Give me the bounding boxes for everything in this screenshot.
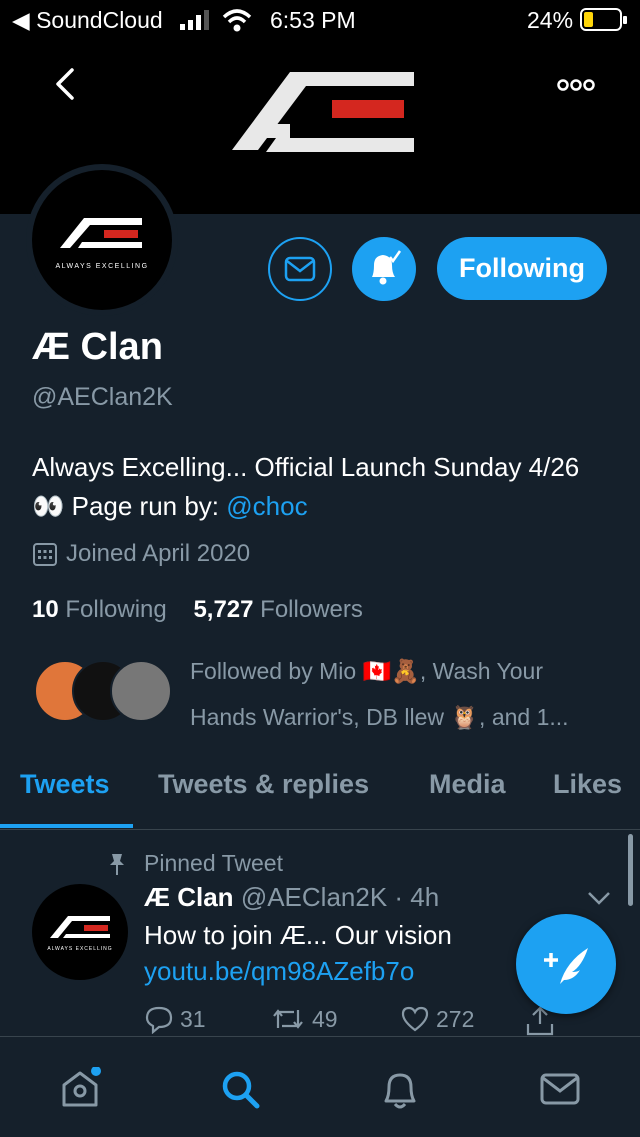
followers-stat[interactable]: 5,727 Followers (193, 596, 362, 623)
followers-count: 5,727 (193, 596, 254, 623)
tweet-avatar-tagline: ALWAYS EXCELLING (47, 946, 112, 952)
calendar-icon (33, 543, 57, 566)
home-icon[interactable] (58, 1067, 102, 1111)
chevron-down-icon[interactable] (586, 888, 612, 908)
retweet-icon (273, 1009, 303, 1029)
following-stat[interactable]: 10 Following (32, 596, 167, 623)
pinned-tweet-label: Pinned Tweet (144, 850, 283, 876)
tab-tweets-replies[interactable]: Tweets & replies (158, 769, 369, 800)
avatar-tagline: ALWAYS EXCELLING (55, 263, 148, 270)
joined-date: Joined April 2020 (32, 540, 250, 568)
followed-by-text[interactable]: Followed by Mio 🇨🇦🧸, Wash Your Hands War… (190, 648, 610, 740)
profile-avatar[interactable]: ALWAYS EXCELLING (26, 164, 178, 316)
reply-icon (145, 1006, 173, 1034)
bottom-nav (0, 1036, 640, 1137)
battery-percent: 24% (527, 7, 574, 33)
messages-icon[interactable] (538, 1067, 582, 1111)
more-icon[interactable] (556, 70, 596, 100)
like-icon (401, 1006, 429, 1032)
compose-icon (544, 948, 588, 984)
ae-logo-avatar: ALWAYS EXCELLING (55, 218, 148, 270)
retweet-button[interactable]: 49 (270, 1004, 338, 1034)
tab-media[interactable]: Media (429, 769, 506, 800)
back-to-app-link[interactable]: ◀ SoundCloud (12, 7, 163, 34)
bio-mention-link[interactable]: @choc (226, 491, 307, 521)
like-count: 272 (436, 1005, 475, 1032)
profile-handle: @AEClan2K (32, 383, 173, 411)
tweet-author-name[interactable]: Æ Clan (144, 882, 234, 912)
wifi-icon (222, 9, 252, 32)
mutual-avatar (110, 660, 172, 722)
ae-logo-tweet-avatar: ALWAYS EXCELLING (47, 916, 112, 952)
tweet-handle-time: @AEClan2K · 4h (240, 882, 440, 912)
tweet-actions: 31 49 272 (144, 1004, 554, 1036)
tweet-link[interactable]: youtu.be/qm98AZefb7o (144, 956, 414, 987)
back-icon[interactable] (48, 64, 88, 104)
tab-tweets[interactable]: Tweets (20, 769, 110, 800)
reply-button[interactable]: 31 (144, 1004, 206, 1034)
following-count: 10 (32, 596, 59, 623)
profile-bio: Always Excelling... Official Launch Sund… (32, 448, 612, 526)
scrollbar[interactable] (628, 834, 633, 906)
ae-logo-banner (232, 72, 414, 152)
cellular-signal-icon (180, 10, 209, 30)
tweet-avatar[interactable]: ALWAYS EXCELLING (32, 884, 128, 980)
retweet-count: 49 (312, 1005, 338, 1032)
compose-tweet-button[interactable] (516, 914, 616, 1014)
battery-icon (580, 8, 627, 31)
follow-stats: 10 Following 5,727 Followers (32, 596, 363, 624)
like-button[interactable]: 272 (400, 1004, 474, 1034)
followers-stat-label: Followers (260, 596, 363, 623)
following-stat-label: Following (65, 596, 167, 623)
mail-icon (284, 256, 316, 282)
joined-label: Joined April 2020 (66, 540, 251, 567)
mutual-followers-avatars[interactable] (34, 660, 174, 722)
notifications-toggle-button[interactable] (352, 237, 416, 301)
bell-icon (372, 250, 402, 285)
status-bar: ◀ SoundCloud 6:53 PM 24% (0, 0, 640, 40)
pin-icon (110, 854, 124, 875)
search-icon[interactable] (218, 1067, 262, 1111)
tweet-text: How to join Æ... Our vision (144, 920, 452, 950)
profile-name: Æ Clan (32, 326, 163, 368)
notifications-icon[interactable] (378, 1067, 422, 1111)
status-time: 6:53 PM (270, 7, 356, 33)
message-button[interactable] (268, 237, 332, 301)
tweet-header: Æ Clan @AEClan2K · 4h (144, 882, 439, 913)
tab-likes[interactable]: Likes (553, 769, 622, 800)
profile-tabs: Tweets Tweets & replies Media Likes (0, 755, 640, 830)
reply-count: 31 (180, 1005, 206, 1032)
following-button[interactable]: Following (437, 237, 607, 300)
active-tab-indicator (0, 824, 133, 828)
